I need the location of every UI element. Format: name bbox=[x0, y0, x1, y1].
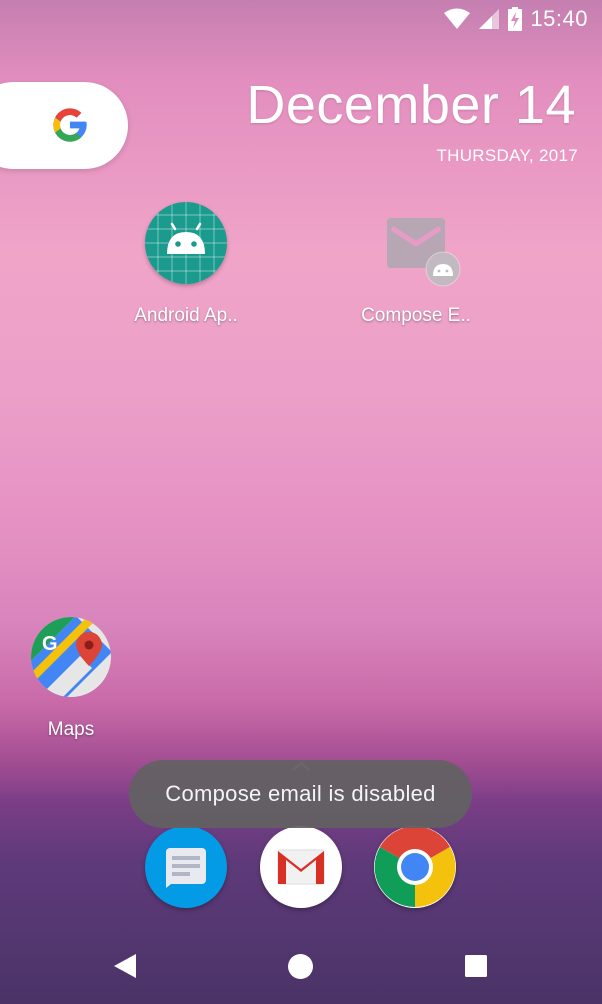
messages-icon[interactable] bbox=[145, 826, 227, 908]
cell-signal-icon bbox=[479, 9, 500, 29]
gmail-icon[interactable] bbox=[260, 826, 342, 908]
compose-email-icon[interactable] bbox=[384, 214, 462, 288]
maps-label[interactable]: Maps bbox=[0, 719, 156, 741]
status-icons: 15:40 bbox=[444, 6, 588, 32]
toast-message: Compose email is disabled bbox=[129, 760, 472, 828]
google-g-icon[interactable] bbox=[50, 105, 90, 145]
battery-charging-icon bbox=[508, 7, 523, 31]
compose-email-label[interactable]: Compose E.. bbox=[331, 305, 501, 327]
recents-icon[interactable] bbox=[464, 954, 488, 978]
svg-text:G: G bbox=[42, 633, 58, 655]
clock: 15:40 bbox=[530, 6, 588, 31]
status-bar: 15:40 bbox=[0, 0, 602, 38]
maps-icon[interactable]: G bbox=[30, 616, 112, 698]
home-icon[interactable] bbox=[287, 953, 314, 980]
android-app-icon[interactable] bbox=[145, 202, 227, 284]
back-icon[interactable] bbox=[112, 952, 138, 980]
chrome-icon[interactable] bbox=[374, 826, 456, 908]
date-widget-weekday[interactable]: THURSDAY, 2017 bbox=[436, 146, 578, 166]
wifi-icon bbox=[444, 8, 471, 29]
android-app-label[interactable]: Android Ap.. bbox=[101, 305, 271, 327]
date-widget-date[interactable]: December 14 bbox=[246, 74, 576, 136]
navigation-bar bbox=[0, 930, 602, 1004]
home-screen: { "status_bar": { "time": "15:40", "icon… bbox=[0, 0, 602, 1004]
android-robot-icon bbox=[145, 202, 227, 284]
